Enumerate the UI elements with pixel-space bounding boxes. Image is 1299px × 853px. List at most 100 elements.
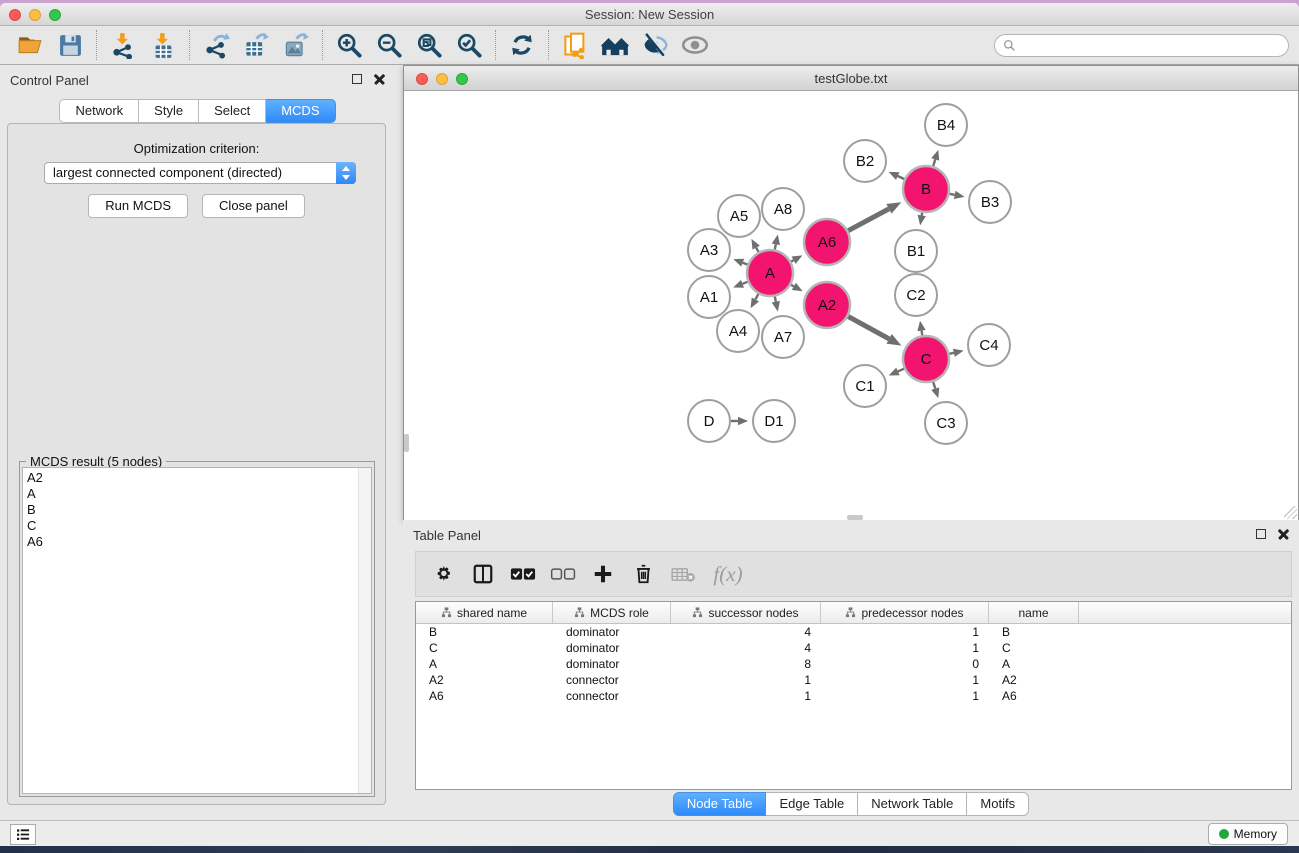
edge-A-A4[interactable]	[755, 294, 758, 299]
table-row[interactable]: Adominator80A	[416, 656, 1291, 672]
cell-name[interactable]: A2	[989, 672, 1079, 688]
show-all-icon[interactable]	[600, 30, 630, 60]
mcds-result-list[interactable]: A2ABCA6	[22, 467, 372, 794]
mcds-result-item[interactable]: A6	[27, 534, 371, 550]
table-row[interactable]: Bdominator41B	[416, 624, 1291, 640]
edge-C-C3[interactable]	[933, 382, 935, 389]
cell-name[interactable]: A	[989, 656, 1079, 672]
resize-grip-icon[interactable]	[1284, 506, 1297, 519]
edge-A6-B[interactable]	[848, 209, 889, 231]
tab-network-table[interactable]: Network Table	[858, 792, 967, 816]
table-row[interactable]: Cdominator41C	[416, 640, 1291, 656]
result-scrollbar[interactable]	[358, 468, 371, 793]
column-header-MCDS-role[interactable]: MCDS role	[553, 602, 671, 623]
close-panel-icon[interactable]	[374, 73, 385, 84]
delete-column-trash-icon[interactable]	[626, 558, 660, 590]
cell-MCDS-role[interactable]: connector	[553, 672, 671, 688]
close-table-panel-icon[interactable]	[1278, 528, 1289, 539]
tab-network[interactable]: Network	[59, 99, 139, 123]
cell-successor-nodes[interactable]: 1	[671, 688, 821, 704]
search-input[interactable]	[1016, 39, 1288, 53]
float-table-panel-icon[interactable]	[1256, 529, 1266, 539]
tab-style[interactable]: Style	[139, 99, 199, 123]
cell-shared-name[interactable]: A	[416, 656, 553, 672]
zoom-out-icon[interactable]	[374, 30, 404, 60]
tab-mcds[interactable]: MCDS	[266, 99, 335, 123]
cell-successor-nodes[interactable]: 4	[671, 624, 821, 640]
edge-B-B4[interactable]	[933, 159, 935, 166]
cell-predecessor-nodes[interactable]: 1	[821, 624, 989, 640]
memory-button[interactable]: Memory	[1208, 823, 1288, 845]
save-session-icon[interactable]	[55, 30, 85, 60]
show-hide-eye-icon[interactable]	[680, 30, 710, 60]
network-window-titlebar[interactable]: testGlobe.txt	[404, 66, 1298, 91]
cell-successor-nodes[interactable]: 8	[671, 656, 821, 672]
refresh-icon[interactable]	[507, 30, 537, 60]
search-field[interactable]	[994, 34, 1289, 57]
zoom-in-icon[interactable]	[334, 30, 364, 60]
cell-shared-name[interactable]: A2	[416, 672, 553, 688]
network-graph[interactable]: B4B2BB3A5A8A6B1A3AA1C2A2A4A7C4CC1C3DD1	[404, 92, 1298, 520]
import-network-icon[interactable]	[108, 30, 138, 60]
export-table-icon[interactable]	[241, 30, 271, 60]
cell-MCDS-role[interactable]: dominator	[553, 640, 671, 656]
hide-selected-eye-icon[interactable]	[640, 30, 670, 60]
edge-B-B2[interactable]	[898, 176, 904, 179]
edge-A-A3[interactable]	[743, 263, 748, 265]
table-row[interactable]: A2connector11A2	[416, 672, 1291, 688]
edge-C-C4[interactable]	[949, 353, 953, 354]
mcds-result-item[interactable]: A	[27, 486, 371, 502]
export-network-icon[interactable]	[201, 30, 231, 60]
tab-edge-table[interactable]: Edge Table	[766, 792, 858, 816]
new-network-from-selection-icon[interactable]	[560, 30, 590, 60]
delete-table-icon[interactable]	[666, 558, 700, 590]
tab-select[interactable]: Select	[199, 99, 266, 123]
edge-A-A1[interactable]	[743, 282, 748, 284]
cell-successor-nodes[interactable]: 4	[671, 640, 821, 656]
import-table-icon[interactable]	[148, 30, 178, 60]
cell-predecessor-nodes[interactable]: 1	[821, 640, 989, 656]
close-panel-button[interactable]: Close panel	[202, 194, 305, 218]
cell-name[interactable]: B	[989, 624, 1079, 640]
edge-A-A6[interactable]	[791, 260, 794, 261]
cell-MCDS-role[interactable]: dominator	[553, 656, 671, 672]
cell-successor-nodes[interactable]: 1	[671, 672, 821, 688]
cell-MCDS-role[interactable]: dominator	[553, 624, 671, 640]
cell-name[interactable]: A6	[989, 688, 1079, 704]
export-image-icon[interactable]	[281, 30, 311, 60]
table-row[interactable]: A6connector11A6	[416, 688, 1291, 704]
zoom-fit-icon[interactable]	[414, 30, 444, 60]
function-builder-button[interactable]: f(x)	[706, 558, 750, 590]
task-history-button[interactable]	[10, 824, 36, 845]
run-mcds-button[interactable]: Run MCDS	[88, 194, 188, 218]
edge-A-A7[interactable]	[775, 297, 776, 302]
select-all-icon[interactable]	[506, 558, 540, 590]
canvas-vscroll-thumb[interactable]	[404, 434, 409, 452]
cell-shared-name[interactable]: B	[416, 624, 553, 640]
mcds-result-item[interactable]: B	[27, 502, 371, 518]
cell-MCDS-role[interactable]: connector	[553, 688, 671, 704]
edge-C-C2[interactable]	[922, 331, 923, 336]
edge-A-A2[interactable]	[791, 285, 794, 287]
cell-predecessor-nodes[interactable]: 0	[821, 656, 989, 672]
column-header-predecessor-nodes[interactable]: predecessor nodes	[821, 602, 989, 623]
create-column-plus-icon[interactable]	[586, 558, 620, 590]
edge-A-A5[interactable]	[756, 248, 758, 252]
cell-shared-name[interactable]: A6	[416, 688, 553, 704]
cell-predecessor-nodes[interactable]: 1	[821, 688, 989, 704]
column-header-shared-name[interactable]: shared name	[416, 602, 553, 623]
column-header-name[interactable]: name	[989, 602, 1079, 623]
tab-motifs[interactable]: Motifs	[967, 792, 1029, 816]
cell-name[interactable]: C	[989, 640, 1079, 656]
deselect-all-icon[interactable]	[546, 558, 580, 590]
cell-predecessor-nodes[interactable]: 1	[821, 672, 989, 688]
tab-node-table[interactable]: Node Table	[673, 792, 767, 816]
edge-A-A8[interactable]	[775, 244, 776, 249]
cell-shared-name[interactable]: C	[416, 640, 553, 656]
mcds-result-item[interactable]: A2	[27, 470, 371, 486]
edge-B-B3[interactable]	[950, 194, 955, 195]
network-canvas[interactable]: B4B2BB3A5A8A6B1A3AA1C2A2A4A7C4CC1C3DD1	[404, 92, 1298, 520]
mcds-result-item[interactable]: C	[27, 518, 371, 534]
edge-C-C1[interactable]	[898, 369, 904, 372]
optimization-criterion-dropdown[interactable]: largest connected component (directed)	[44, 162, 356, 184]
